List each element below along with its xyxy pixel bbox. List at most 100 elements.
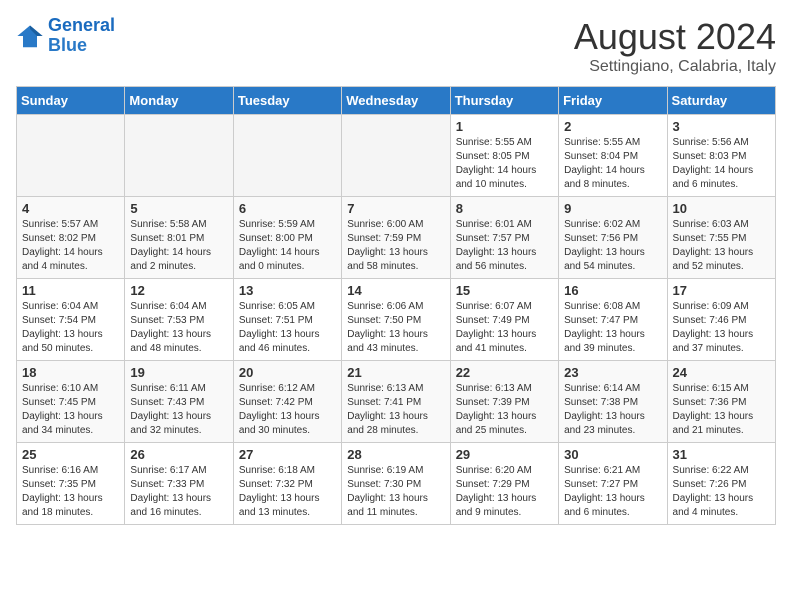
day-number: 21 xyxy=(347,365,444,380)
day-info: Sunrise: 5:58 AM Sunset: 8:01 PM Dayligh… xyxy=(130,218,227,274)
calendar-week-row: 11 Sunrise: 6:04 AM Sunset: 7:54 PM Dayli… xyxy=(17,279,776,361)
calendar-cell: 27 Sunrise: 6:18 AM Sunset: 7:32 PM Dayli… xyxy=(233,443,341,525)
day-number: 10 xyxy=(673,201,770,216)
day-number: 14 xyxy=(347,283,444,298)
day-info: Sunrise: 6:02 AM Sunset: 7:56 PM Dayligh… xyxy=(564,218,661,274)
day-number: 27 xyxy=(239,447,336,462)
day-info: Sunrise: 6:05 AM Sunset: 7:51 PM Dayligh… xyxy=(239,300,336,356)
day-info: Sunrise: 6:13 AM Sunset: 7:39 PM Dayligh… xyxy=(456,382,553,438)
day-info: Sunrise: 6:15 AM Sunset: 7:36 PM Dayligh… xyxy=(673,382,770,438)
calendar-cell: 25 Sunrise: 6:16 AM Sunset: 7:35 PM Dayli… xyxy=(17,443,125,525)
day-info: Sunrise: 5:55 AM Sunset: 8:05 PM Dayligh… xyxy=(456,136,553,192)
page-header: General Blue August 2024 Settingiano, Ca… xyxy=(16,16,776,76)
calendar-cell: 11 Sunrise: 6:04 AM Sunset: 7:54 PM Dayli… xyxy=(17,279,125,361)
day-info: Sunrise: 6:06 AM Sunset: 7:50 PM Dayligh… xyxy=(347,300,444,356)
day-number: 16 xyxy=(564,283,661,298)
day-number: 11 xyxy=(22,283,119,298)
day-header-tuesday: Tuesday xyxy=(233,87,341,115)
day-info: Sunrise: 5:56 AM Sunset: 8:03 PM Dayligh… xyxy=(673,136,770,192)
day-number: 18 xyxy=(22,365,119,380)
day-info: Sunrise: 5:59 AM Sunset: 8:00 PM Dayligh… xyxy=(239,218,336,274)
calendar-cell: 2 Sunrise: 5:55 AM Sunset: 8:04 PM Daylig… xyxy=(559,115,667,197)
calendar-cell xyxy=(342,115,450,197)
calendar-cell xyxy=(17,115,125,197)
calendar-cell: 30 Sunrise: 6:21 AM Sunset: 7:27 PM Dayli… xyxy=(559,443,667,525)
calendar-cell: 19Sunrise: 6:11 AM Sunset: 7:43 PM Dayli… xyxy=(125,361,233,443)
day-number: 6 xyxy=(239,201,336,216)
day-info: Sunrise: 6:14 AM Sunset: 7:38 PM Dayligh… xyxy=(564,382,661,438)
day-info: Sunrise: 6:08 AM Sunset: 7:47 PM Dayligh… xyxy=(564,300,661,356)
calendar-cell: 17Sunrise: 6:09 AM Sunset: 7:46 PM Dayli… xyxy=(667,279,775,361)
day-number: 28 xyxy=(347,447,444,462)
day-number: 19 xyxy=(130,365,227,380)
calendar-cell: 23 Sunrise: 6:14 AM Sunset: 7:38 PM Dayli… xyxy=(559,361,667,443)
day-number: 23 xyxy=(564,365,661,380)
logo: General Blue xyxy=(16,16,115,56)
calendar-cell: 28 Sunrise: 6:19 AM Sunset: 7:30 PM Dayli… xyxy=(342,443,450,525)
day-info: Sunrise: 6:13 AM Sunset: 7:41 PM Dayligh… xyxy=(347,382,444,438)
calendar-cell: 21 Sunrise: 6:13 AM Sunset: 7:41 PM Dayli… xyxy=(342,361,450,443)
day-info: Sunrise: 6:03 AM Sunset: 7:55 PM Dayligh… xyxy=(673,218,770,274)
day-info: Sunrise: 5:55 AM Sunset: 8:04 PM Dayligh… xyxy=(564,136,661,192)
title-block: August 2024 Settingiano, Calabria, Italy xyxy=(574,16,776,76)
day-info: Sunrise: 6:18 AM Sunset: 7:32 PM Dayligh… xyxy=(239,464,336,520)
day-number: 17 xyxy=(673,283,770,298)
calendar-cell: 26Sunrise: 6:17 AM Sunset: 7:33 PM Dayli… xyxy=(125,443,233,525)
calendar-cell: 22Sunrise: 6:13 AM Sunset: 7:39 PM Dayli… xyxy=(450,361,558,443)
day-info: Sunrise: 6:04 AM Sunset: 7:54 PM Dayligh… xyxy=(22,300,119,356)
day-number: 24 xyxy=(673,365,770,380)
day-number: 26 xyxy=(130,447,227,462)
calendar-week-row: 18 Sunrise: 6:10 AM Sunset: 7:45 PM Dayli… xyxy=(17,361,776,443)
calendar-cell: 9 Sunrise: 6:02 AM Sunset: 7:56 PM Daylig… xyxy=(559,197,667,279)
calendar-cell: 29 Sunrise: 6:20 AM Sunset: 7:29 PM Dayli… xyxy=(450,443,558,525)
calendar-cell: 18 Sunrise: 6:10 AM Sunset: 7:45 PM Dayli… xyxy=(17,361,125,443)
day-info: Sunrise: 6:16 AM Sunset: 7:35 PM Dayligh… xyxy=(22,464,119,520)
day-number: 13 xyxy=(239,283,336,298)
day-info: Sunrise: 6:19 AM Sunset: 7:30 PM Dayligh… xyxy=(347,464,444,520)
logo-line1: General xyxy=(48,15,115,35)
calendar-cell: 4Sunrise: 5:57 AM Sunset: 8:02 PM Daylig… xyxy=(17,197,125,279)
calendar-cell: 14 Sunrise: 6:06 AM Sunset: 7:50 PM Dayli… xyxy=(342,279,450,361)
day-number: 2 xyxy=(564,119,661,134)
day-number: 5 xyxy=(130,201,227,216)
day-info: Sunrise: 6:04 AM Sunset: 7:53 PM Dayligh… xyxy=(130,300,227,356)
day-header-sunday: Sunday xyxy=(17,87,125,115)
day-header-friday: Friday xyxy=(559,87,667,115)
calendar-cell xyxy=(125,115,233,197)
calendar-cell: 31 Sunrise: 6:22 AM Sunset: 7:26 PM Dayli… xyxy=(667,443,775,525)
calendar-cell xyxy=(233,115,341,197)
day-info: Sunrise: 6:21 AM Sunset: 7:27 PM Dayligh… xyxy=(564,464,661,520)
day-number: 30 xyxy=(564,447,661,462)
day-header-wednesday: Wednesday xyxy=(342,87,450,115)
day-number: 31 xyxy=(673,447,770,462)
day-number: 29 xyxy=(456,447,553,462)
day-number: 25 xyxy=(22,447,119,462)
day-number: 9 xyxy=(564,201,661,216)
day-info: Sunrise: 6:10 AM Sunset: 7:45 PM Dayligh… xyxy=(22,382,119,438)
day-header-saturday: Saturday xyxy=(667,87,775,115)
calendar-week-row: 25 Sunrise: 6:16 AM Sunset: 7:35 PM Dayli… xyxy=(17,443,776,525)
day-number: 7 xyxy=(347,201,444,216)
calendar-week-row: 1 Sunrise: 5:55 AM Sunset: 8:05 PM Daylig… xyxy=(17,115,776,197)
location: Settingiano, Calabria, Italy xyxy=(574,58,776,76)
calendar-cell: 15 Sunrise: 6:07 AM Sunset: 7:49 PM Dayli… xyxy=(450,279,558,361)
calendar-cell: 6 Sunrise: 5:59 AM Sunset: 8:00 PM Daylig… xyxy=(233,197,341,279)
day-header-thursday: Thursday xyxy=(450,87,558,115)
calendar-cell: 20Sunrise: 6:12 AM Sunset: 7:42 PM Dayli… xyxy=(233,361,341,443)
calendar-cell: 1 Sunrise: 5:55 AM Sunset: 8:05 PM Daylig… xyxy=(450,115,558,197)
calendar-cell: 12Sunrise: 6:04 AM Sunset: 7:53 PM Dayli… xyxy=(125,279,233,361)
day-info: Sunrise: 6:00 AM Sunset: 7:59 PM Dayligh… xyxy=(347,218,444,274)
day-number: 3 xyxy=(673,119,770,134)
day-number: 1 xyxy=(456,119,553,134)
calendar-cell: 8Sunrise: 6:01 AM Sunset: 7:57 PM Daylig… xyxy=(450,197,558,279)
month-title: August 2024 xyxy=(574,16,776,58)
calendar-week-row: 4Sunrise: 5:57 AM Sunset: 8:02 PM Daylig… xyxy=(17,197,776,279)
calendar-cell: 24 Sunrise: 6:15 AM Sunset: 7:36 PM Dayli… xyxy=(667,361,775,443)
day-info: Sunrise: 6:22 AM Sunset: 7:26 PM Dayligh… xyxy=(673,464,770,520)
day-number: 15 xyxy=(456,283,553,298)
day-header-monday: Monday xyxy=(125,87,233,115)
day-info: Sunrise: 5:57 AM Sunset: 8:02 PM Dayligh… xyxy=(22,218,119,274)
calendar-header-row: SundayMondayTuesdayWednesdayThursdayFrid… xyxy=(17,87,776,115)
day-info: Sunrise: 6:20 AM Sunset: 7:29 PM Dayligh… xyxy=(456,464,553,520)
day-info: Sunrise: 6:07 AM Sunset: 7:49 PM Dayligh… xyxy=(456,300,553,356)
